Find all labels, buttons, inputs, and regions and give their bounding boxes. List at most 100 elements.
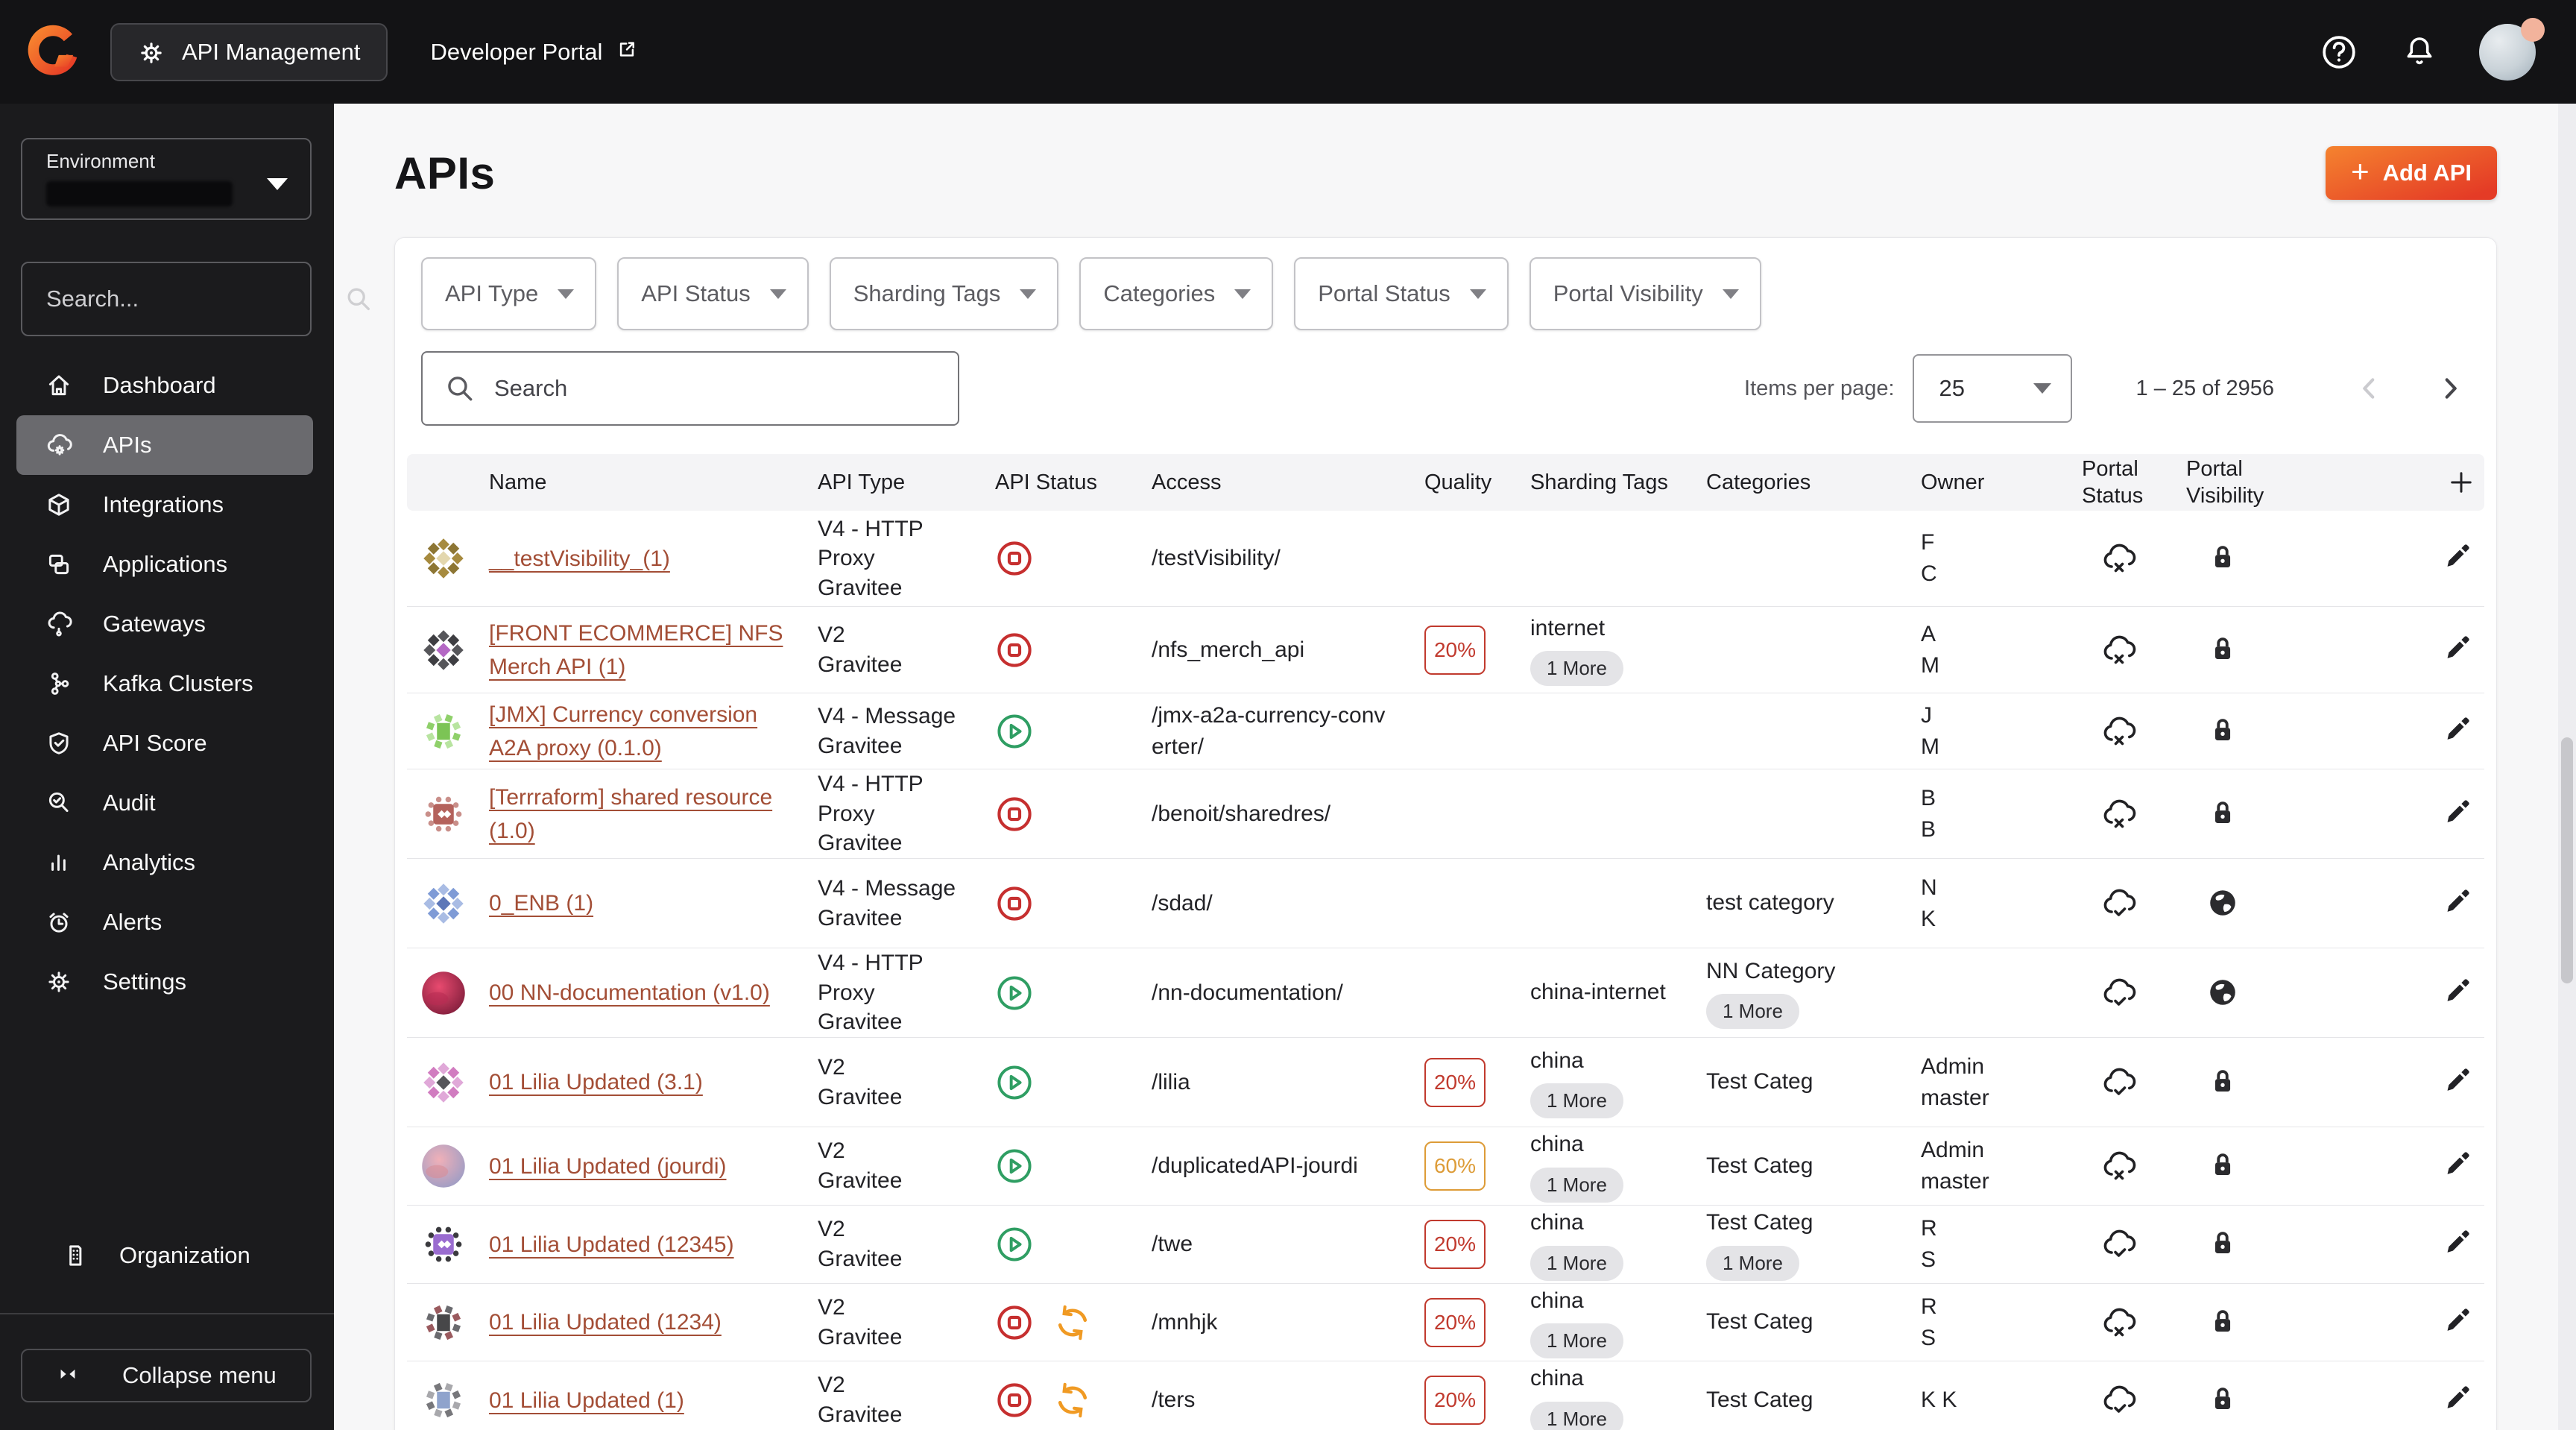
category-label: Test Categ: [1706, 1309, 1813, 1335]
api-name-link[interactable]: 01 Lilia Updated (1234): [489, 1305, 739, 1339]
portal-status-unpublished-icon: [2101, 1148, 2137, 1184]
filter-portal-status[interactable]: Portal Status: [1294, 257, 1509, 330]
column-header-name[interactable]: Name: [489, 469, 818, 496]
portal-visibility-private-icon: [2206, 1305, 2241, 1341]
sharding-more-chip[interactable]: 1 More: [1530, 1245, 1623, 1281]
edit-api-button[interactable]: [2440, 976, 2474, 1010]
scrollbar-thumb[interactable]: [2561, 737, 2573, 983]
chevron-down-icon: [1722, 289, 1739, 299]
sidebar-item-apis[interactable]: APIs: [16, 415, 313, 475]
edit-api-button[interactable]: [2440, 1227, 2474, 1262]
column-header-api-status[interactable]: API Status: [995, 469, 1152, 496]
table-row: 01 Lilia Updated (12345) V2 Gravitee/twe 20…: [407, 1206, 2484, 1284]
category-label: Test Categ: [1706, 1069, 1813, 1094]
sidebar-item-label: Alerts: [103, 909, 162, 935]
api-name-link[interactable]: 0_ENB (1): [489, 886, 611, 920]
column-header-portal-visibility[interactable]: Portal Visibility: [2186, 456, 2328, 510]
edit-api-button[interactable]: [2440, 633, 2474, 667]
scrollbar-track[interactable]: [2558, 104, 2576, 1430]
owner-cell: Admin master: [1921, 1135, 2082, 1197]
user-avatar[interactable]: [2479, 17, 2545, 81]
column-header-owner[interactable]: Owner: [1921, 469, 2082, 496]
sharding-more-chip[interactable]: 1 More: [1530, 1323, 1623, 1359]
next-page-button[interactable]: [2426, 365, 2474, 412]
add-api-button[interactable]: + Add API: [2326, 146, 2497, 200]
sidebar-item-alerts[interactable]: Alerts: [16, 892, 313, 952]
edit-api-button[interactable]: [2440, 1383, 2474, 1417]
filter-api-type[interactable]: API Type: [421, 257, 597, 330]
add-column-button[interactable]: [2328, 467, 2510, 498]
developer-portal-link[interactable]: Developer Portal: [431, 38, 645, 66]
owner-cell: Admin master: [1921, 1051, 2082, 1114]
category-more-chip[interactable]: 1 More: [1706, 994, 1799, 1030]
notifications-button[interactable]: [2399, 31, 2440, 73]
owner-line: N: [1921, 875, 1937, 900]
sidebar-item-dashboard[interactable]: Dashboard: [16, 356, 313, 415]
sharding-more-chip[interactable]: 1 More: [1530, 651, 1623, 687]
api-name-link[interactable]: 01 Lilia Updated (12345): [489, 1228, 752, 1262]
edit-api-button[interactable]: [2440, 1149, 2474, 1183]
column-header-categories[interactable]: Categories: [1706, 469, 1921, 496]
column-header-api-type[interactable]: API Type: [818, 469, 995, 496]
sidebar-item-settings[interactable]: Settings: [16, 952, 313, 1012]
sidebar-item-organization[interactable]: Organization: [33, 1226, 292, 1285]
api-name-link[interactable]: [JMX] Currency conversion A2A proxy (0.1…: [489, 698, 803, 765]
owner-line: Admin: [1921, 1053, 1985, 1079]
items-per-page-label: Items per page:: [1744, 376, 1895, 400]
api-type-line: Gravitee: [818, 1084, 903, 1109]
api-name-link[interactable]: 01 Lilia Updated (3.1): [489, 1065, 721, 1099]
sidebar-item-audit[interactable]: Audit: [16, 773, 313, 833]
filter-sharding-tags[interactable]: Sharding Tags: [829, 257, 1059, 330]
sidebar-item-integrations[interactable]: Integrations: [16, 475, 313, 535]
sidebar-item-label: Audit: [103, 790, 156, 816]
edit-api-button[interactable]: [2440, 797, 2474, 831]
edit-api-button[interactable]: [2440, 541, 2474, 576]
sidebar-item-gateways[interactable]: Gateways: [16, 594, 313, 654]
main-content: APIs + Add API API Type API Status Shardin…: [334, 104, 2576, 1430]
api-name-link[interactable]: 00 NN-documentation (v1.0): [489, 976, 788, 1009]
category-more-chip[interactable]: 1 More: [1706, 1245, 1799, 1281]
previous-page-button[interactable]: [2346, 365, 2393, 412]
product-switcher-button[interactable]: API Management: [110, 22, 388, 81]
sidebar-item-label: Integrations: [103, 491, 224, 517]
sidebar-item-api-score[interactable]: API Score: [16, 714, 313, 773]
owner-cell: K K: [1921, 1385, 2082, 1416]
portal-status-published-icon: [2101, 1065, 2137, 1100]
filter-api-status[interactable]: API Status: [617, 257, 809, 330]
edit-api-button[interactable]: [2440, 886, 2474, 921]
sharding-more-chip[interactable]: 1 More: [1530, 1401, 1623, 1430]
api-name-link[interactable]: [FRONT ECOMMERCE] NFS Merch API (1): [489, 617, 803, 684]
table-search-input[interactable]: [493, 374, 958, 403]
sidebar-item-applications[interactable]: Applications: [16, 535, 313, 594]
api-name-link[interactable]: 01 Lilia Updated (jourdi): [489, 1150, 745, 1183]
owner-line: M: [1921, 652, 1939, 678]
help-button[interactable]: [2318, 31, 2360, 73]
api-type-line: V2: [818, 1138, 845, 1164]
edit-api-button[interactable]: [2440, 1065, 2474, 1100]
sidebar-item-kafka-clusters[interactable]: Kafka Clusters: [16, 654, 313, 714]
api-name-link[interactable]: __testVisibility_(1): [489, 542, 688, 576]
edit-api-button[interactable]: [2440, 714, 2474, 749]
alarm-icon: [45, 908, 73, 936]
sidebar-search-input[interactable]: [22, 286, 344, 312]
filter-categories[interactable]: Categories: [1079, 257, 1274, 330]
collapse-menu-button[interactable]: Collapse menu: [21, 1349, 312, 1402]
column-header-sharding-tags[interactable]: Sharding Tags: [1530, 469, 1706, 496]
column-header-quality[interactable]: Quality: [1424, 469, 1530, 496]
owner-cell: AM: [1921, 619, 2082, 681]
api-name-link[interactable]: 01 Lilia Updated (1): [489, 1384, 702, 1417]
quality-badge: 20%: [1424, 1220, 1486, 1269]
items-per-page-select[interactable]: 25: [1912, 354, 2072, 423]
column-header-access[interactable]: Access: [1152, 469, 1424, 496]
api-status-cell: [995, 1147, 1152, 1185]
edit-api-button[interactable]: [2440, 1305, 2474, 1340]
api-type-line: Proxy: [818, 801, 875, 826]
sharding-more-chip[interactable]: 1 More: [1530, 1167, 1623, 1203]
filter-portal-visibility[interactable]: Portal Visibility: [1529, 257, 1761, 330]
api-name-link[interactable]: [Terrraform] shared resource (1.0): [489, 781, 803, 848]
environment-selector[interactable]: Environment: [21, 138, 312, 220]
api-type-cell: V2 Gravitee: [818, 620, 995, 679]
column-header-portal-status[interactable]: Portal Status: [2082, 456, 2186, 510]
sharding-more-chip[interactable]: 1 More: [1530, 1083, 1623, 1119]
sidebar-item-analytics[interactable]: Analytics: [16, 833, 313, 892]
